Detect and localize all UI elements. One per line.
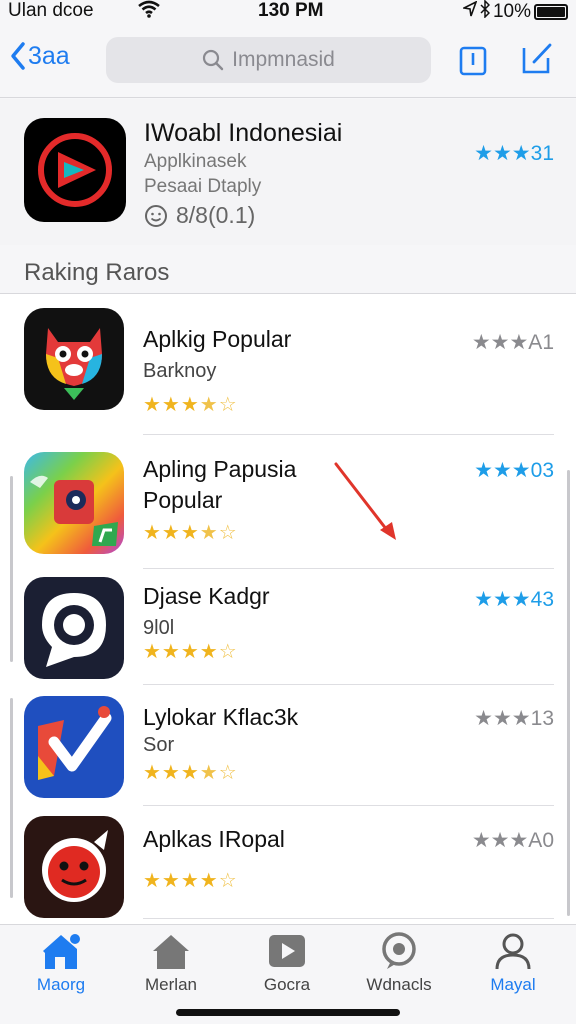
divider: [143, 568, 554, 569]
app-subtitle: 9l0l: [143, 617, 175, 639]
star-rating: ★★★★☆: [143, 394, 238, 416]
chat-icon: [382, 932, 416, 969]
back-button[interactable]: 3aa: [10, 41, 70, 71]
compose-icon[interactable]: [520, 40, 554, 76]
app-subtitle: Barknoy: [143, 360, 217, 382]
tab-wdnacls[interactable]: Wdnacls: [344, 931, 454, 995]
tab-label: Wdnacls: [366, 975, 432, 994]
home-indicator[interactable]: [176, 1009, 400, 1016]
scrollbar-left[interactable]: [10, 476, 13, 662]
star-rating: ★★★★☆: [143, 762, 238, 784]
featured-developer: Applkinasek: [144, 151, 247, 172]
app-name: Aplkas IRopal: [143, 826, 285, 852]
scrollbar-left-lower[interactable]: [10, 698, 13, 898]
section-title: Raking Raros: [24, 259, 170, 286]
divider: [143, 434, 554, 435]
house-icon: [153, 935, 189, 969]
divider: [143, 918, 554, 919]
wifi-icon: [138, 0, 160, 24]
divider: [143, 805, 554, 806]
app-score: ★★★13: [474, 707, 554, 730]
app-icon: [24, 452, 124, 554]
featured-score: ★★★31: [474, 142, 554, 165]
app-name: Lylokar Kflac3k: [143, 704, 299, 730]
person-icon: [495, 933, 531, 970]
featured-app-icon: [24, 118, 126, 222]
chevron-left-icon: [11, 42, 25, 70]
star-rating: ★★★★☆: [143, 641, 238, 663]
app-score: ★★★03: [474, 459, 554, 482]
app-icon: [24, 577, 124, 679]
app-icon: [24, 696, 124, 798]
tab-gocra[interactable]: Gocra: [232, 931, 342, 995]
tab-merlan[interactable]: Merlan: [116, 931, 226, 995]
scrollbar[interactable]: [567, 470, 570, 916]
search-field[interactable]: Impmnasid: [106, 37, 431, 83]
play-icon: [269, 935, 305, 967]
list-item[interactable]: Aplkas IRopal ★★★★☆ ★★★A0: [0, 816, 576, 918]
app-subtitle: Sor: [143, 734, 175, 756]
featured-rating-text: 8/8(0.1): [176, 202, 256, 228]
tab-label: Merlan: [145, 975, 197, 994]
app-score: ★★★A0: [471, 829, 554, 852]
featured-title: IWoabl Indonesiai: [144, 119, 343, 147]
home-icon: [43, 934, 80, 969]
tab-label: Maorg: [36, 975, 86, 994]
tab-bar: Maorg Merlan Gocra Wdnacls Mayal: [0, 924, 576, 1024]
tab-label: Mayal: [490, 975, 536, 994]
tab-mayal[interactable]: Mayal: [458, 931, 568, 995]
app-name: Aplkig Popular: [143, 326, 292, 352]
featured-rating: 8/8(0.1): [144, 202, 255, 229]
battery-percent: 10%: [492, 1, 531, 22]
list-item[interactable]: Apling Papusia Popular ★★★★☆ ★★★03: [0, 452, 576, 572]
list-item[interactable]: Aplkig Popular Barknoy ★★★★☆ ★★★A1: [0, 308, 576, 430]
arrow-annotation-icon: [334, 462, 396, 540]
nav-bar: 3aa Impmnasid: [0, 26, 576, 98]
star-rating: ★★★★☆: [143, 522, 238, 544]
app-icon: [24, 816, 124, 918]
status-right: 10%: [461, 0, 568, 24]
carrier-label: Ulan dcoe: [8, 0, 94, 21]
star-rating: ★★★★☆: [143, 870, 238, 892]
app-list[interactable]: Aplkig Popular Barknoy ★★★★☆ ★★★A1 Aplin…: [0, 294, 576, 924]
app-name: Apling Papusia: [143, 456, 297, 482]
app-name: Djase Kadgr: [143, 583, 270, 609]
featured-category: Pesaai Dtaply: [144, 176, 262, 197]
featured-app[interactable]: IWoabl Indonesiai Applkinasek Pesaai Dta…: [0, 99, 576, 245]
back-label: 3aa: [28, 41, 70, 70]
app-score: ★★★43: [474, 588, 554, 611]
share-icon[interactable]: [456, 40, 490, 76]
search-icon: [203, 49, 224, 71]
app-icon: [24, 308, 124, 410]
tab-home[interactable]: Maorg: [6, 931, 116, 995]
divider: [143, 684, 554, 685]
status-bar: Ulan dcoe 130 PM 10%: [0, 0, 576, 26]
bluetooth-icon: [480, 0, 491, 24]
smiley-icon: [145, 204, 167, 227]
list-item[interactable]: Lylokar Kflac3k Sor ★★★★☆ ★★★13: [0, 696, 576, 798]
battery-icon: [534, 4, 568, 20]
clock: 130 PM: [258, 0, 324, 21]
app-score: ★★★A1: [471, 331, 554, 354]
tab-label: Gocra: [263, 975, 311, 994]
app-name-line2: Popular: [143, 487, 223, 513]
search-placeholder: Impmnasid: [232, 48, 335, 71]
location-icon: [461, 0, 478, 23]
list-item[interactable]: Djase Kadgr 9l0l ★★★★☆ ★★★43: [0, 577, 576, 679]
